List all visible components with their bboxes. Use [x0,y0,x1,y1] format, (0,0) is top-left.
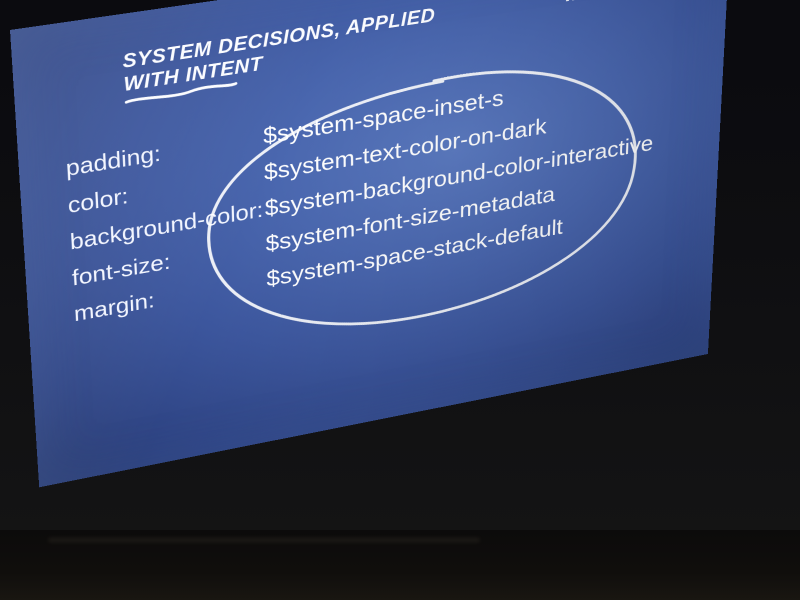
slide-heading: SYSTEM DECISIONS, APPLIED WITH INTENT [122,0,458,96]
stage-floor [0,530,800,600]
projected-slide: SYSTEM DECISIONS, APPLIED WITH INTENT VA… [10,0,731,487]
photo-of-conference-stage: SYSTEM DECISIONS, APPLIED WITH INTENT VA… [0,0,800,600]
slide-heading-text: SYSTEM DECISIONS, APPLIED WITH INTENT [122,4,435,96]
slide-filename: VARIABLES.SCSS [563,0,695,6]
